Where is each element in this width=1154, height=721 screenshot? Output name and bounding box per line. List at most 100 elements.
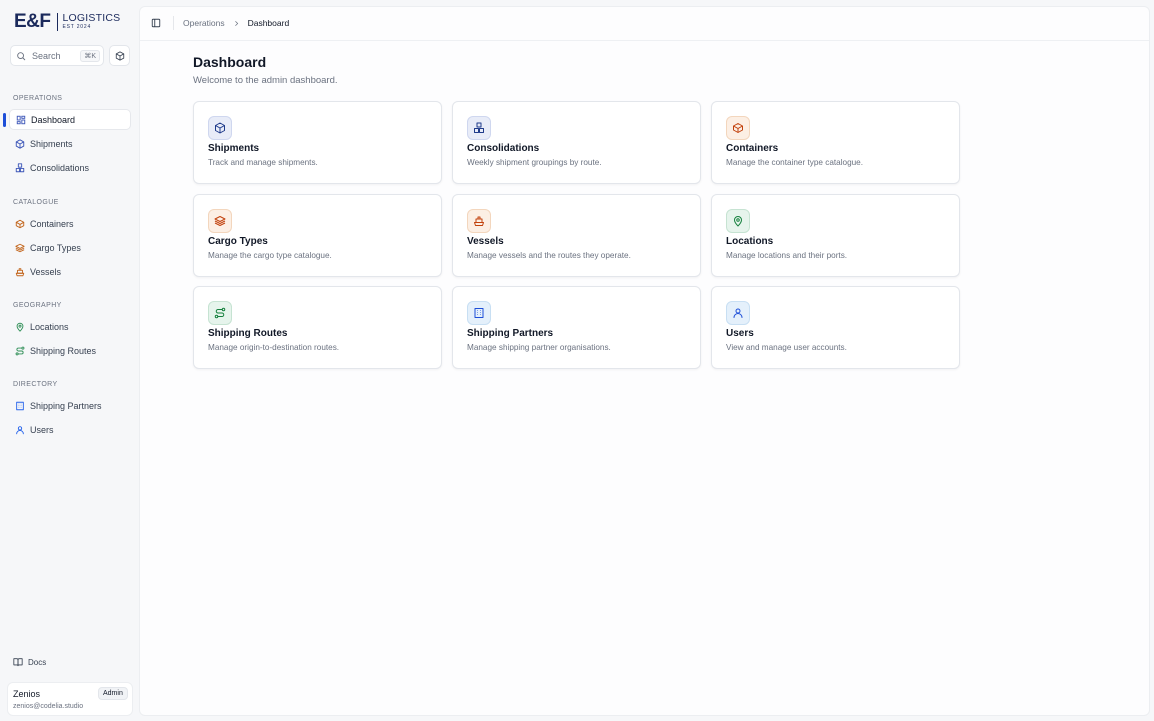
card-title: Vessels: [467, 236, 504, 247]
search-label: Search: [32, 50, 61, 61]
brand-logo[interactable]: E&F LOGISTICS EST 2024: [14, 11, 120, 33]
layers-icon: [15, 243, 25, 253]
breadcrumb: Operations Dashboard: [183, 18, 289, 28]
section-label-catalogue: CATALOGUE: [13, 199, 59, 206]
topbar-divider: [173, 16, 174, 30]
sidebar-item-cargo-types[interactable]: Cargo Types: [9, 237, 131, 258]
sidebar-item-label: Containers: [30, 218, 74, 229]
brand-mark: E&F: [14, 11, 51, 32]
card-description: Manage vessels and the routes they opera…: [467, 251, 631, 260]
card-title: Shipments: [208, 143, 260, 154]
docs-label: Docs: [28, 657, 47, 667]
card-shipping-partners[interactable]: Shipping Partners Manage shipping partne…: [452, 286, 701, 369]
user-icon: [15, 425, 25, 435]
card-title: Locations: [726, 236, 774, 247]
sidebar-item-dashboard[interactable]: Dashboard: [9, 109, 131, 130]
section-label-geography: GEOGRAPHY: [13, 302, 62, 309]
card-vessels[interactable]: Vessels Manage vessels and the routes th…: [452, 194, 701, 277]
card-shipping-routes[interactable]: Shipping Routes Manage origin-to-destina…: [193, 286, 442, 369]
brand-est: EST 2024: [62, 24, 92, 30]
card-description: Manage locations and their ports.: [726, 251, 848, 260]
sidebar-item-label: Dashboard: [31, 114, 76, 125]
box-icon: [208, 116, 232, 140]
docs-link[interactable]: Docs: [13, 657, 46, 667]
user-email: zenios@codelia.studio: [13, 703, 84, 710]
card-description: Manage origin-to-destination routes.: [208, 343, 340, 352]
card-description: Manage shipping partner organisations.: [467, 343, 611, 352]
sidebar-item-consolidations[interactable]: Consolidations: [9, 157, 131, 178]
card-title: Users: [726, 328, 754, 339]
ship-icon: [467, 209, 491, 233]
card-title: Shipping Partners: [467, 328, 554, 339]
search-shortcut: ⌘K: [80, 49, 100, 62]
section-label-directory: DIRECTORY: [13, 381, 58, 388]
building-icon: [15, 401, 25, 411]
top-bar: Operations Dashboard: [140, 7, 1149, 41]
search-button[interactable]: Search ⌘K: [10, 45, 104, 66]
ship-icon: [15, 267, 25, 277]
page-subtitle: Welcome to the admin dashboard.: [193, 75, 338, 86]
chevron-right-icon: [233, 20, 240, 27]
page-title: Dashboard: [193, 54, 267, 70]
boxes-icon: [15, 162, 25, 173]
sidebar-item-label: Shipping Routes: [30, 345, 97, 356]
sidebar-item-vessels[interactable]: Vessels: [9, 261, 131, 282]
sidebar-item-users[interactable]: Users: [9, 419, 131, 440]
active-indicator: [3, 113, 6, 127]
card-title: Cargo Types: [208, 236, 268, 247]
cube-icon: [115, 50, 125, 61]
boxes-icon: [467, 116, 491, 140]
card-description: Track and manage shipments.: [208, 158, 318, 167]
brand-word: LOGISTICS: [62, 12, 121, 24]
sidebar-item-label: Locations: [30, 321, 69, 332]
sidebar-item-containers[interactable]: Containers: [9, 213, 131, 234]
map-pin-icon: [726, 209, 750, 233]
user-role-badge: Admin: [98, 687, 128, 700]
card-title: Shipping Routes: [208, 328, 288, 339]
sidebar-item-label: Consolidations: [30, 162, 90, 173]
sidebar-item-label: Shipments: [30, 138, 73, 149]
sidebar-item-locations[interactable]: Locations: [9, 316, 131, 337]
sidebar-item-shipping-partners[interactable]: Shipping Partners: [9, 395, 131, 416]
box-icon: [15, 138, 25, 149]
building-icon: [467, 301, 491, 325]
logo-divider: [56, 13, 58, 31]
sidebar-item-shipments[interactable]: Shipments: [9, 133, 131, 154]
user-icon: [726, 301, 750, 325]
sidebar-item-label: Users: [30, 424, 54, 435]
book-icon: [13, 657, 23, 667]
workspace-button[interactable]: [109, 45, 130, 66]
card-containers[interactable]: Containers Manage the container type cat…: [711, 101, 960, 184]
section-label-operations: OPERATIONS: [13, 95, 63, 102]
card-description: View and manage user accounts.: [726, 343, 847, 352]
layers-icon: [208, 209, 232, 233]
sidebar-item-label: Vessels: [30, 266, 62, 277]
sidebar-item-label: Shipping Partners: [30, 400, 102, 411]
card-description: Manage the cargo type catalogue.: [208, 251, 332, 260]
main-panel: Operations Dashboard Dashboard Welcome t…: [139, 6, 1150, 716]
brand-text: LOGISTICS EST 2024: [63, 13, 121, 31]
card-title: Containers: [726, 143, 779, 154]
card-description: Weekly shipment groupings by route.: [467, 158, 602, 167]
container-icon: [15, 219, 25, 229]
sidebar-item-shipping-routes[interactable]: Shipping Routes: [9, 340, 131, 361]
breadcrumb-current: Dashboard: [247, 18, 290, 28]
user-name: Zenios: [13, 689, 41, 699]
route-icon: [208, 301, 232, 325]
sidebar: E&F LOGISTICS EST 2024 Search ⌘K OPERATI…: [0, 0, 138, 721]
dashboard-icon: [16, 115, 26, 125]
card-users[interactable]: Users View and manage user accounts.: [711, 286, 960, 369]
card-description: Manage the container type catalogue.: [726, 158, 864, 167]
card-cargo-types[interactable]: Cargo Types Manage the cargo type catalo…: [193, 194, 442, 277]
card-shipments[interactable]: Shipments Track and manage shipments.: [193, 101, 442, 184]
container-icon: [726, 116, 750, 140]
card-title: Consolidations: [467, 143, 540, 154]
map-pin-icon: [15, 322, 25, 332]
card-consolidations[interactable]: Consolidations Weekly shipment groupings…: [452, 101, 701, 184]
sidebar-toggle-icon[interactable]: [151, 18, 161, 28]
search-icon: [16, 51, 26, 61]
route-icon: [15, 346, 25, 356]
breadcrumb-operations[interactable]: Operations: [183, 18, 225, 28]
user-menu[interactable]: Zenios Admin zenios@codelia.studio: [7, 682, 133, 716]
card-locations[interactable]: Locations Manage locations and their por…: [711, 194, 960, 277]
